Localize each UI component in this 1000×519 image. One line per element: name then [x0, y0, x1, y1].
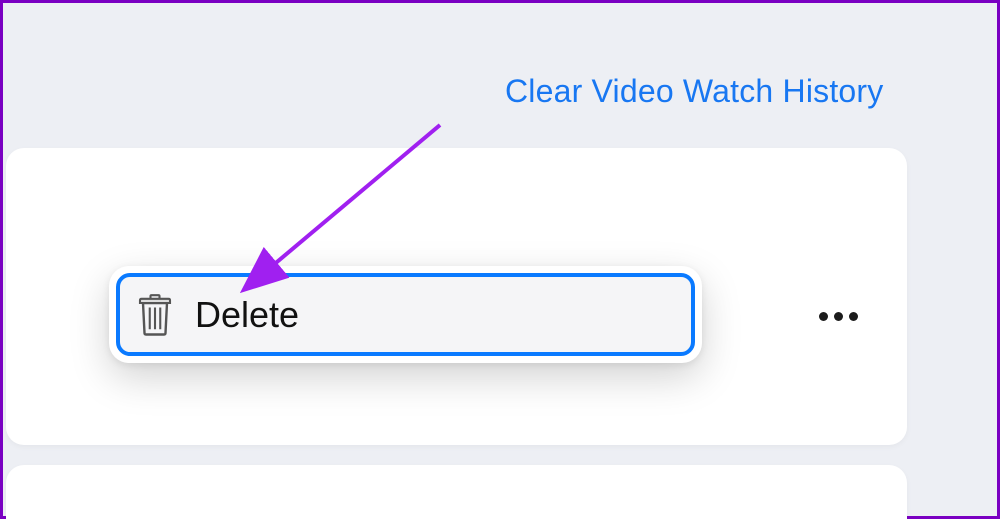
more-options-icon: [834, 312, 843, 321]
more-options-icon: [819, 312, 828, 321]
delete-label: Delete: [195, 294, 299, 336]
clear-video-watch-history-link[interactable]: Clear Video Watch History: [505, 73, 883, 110]
more-options-icon: [849, 312, 858, 321]
more-options-button[interactable]: [813, 301, 863, 331]
context-menu: Delete: [109, 266, 702, 363]
content-card-secondary: [6, 465, 907, 519]
delete-button[interactable]: Delete: [116, 273, 695, 356]
trash-icon: [135, 293, 175, 337]
